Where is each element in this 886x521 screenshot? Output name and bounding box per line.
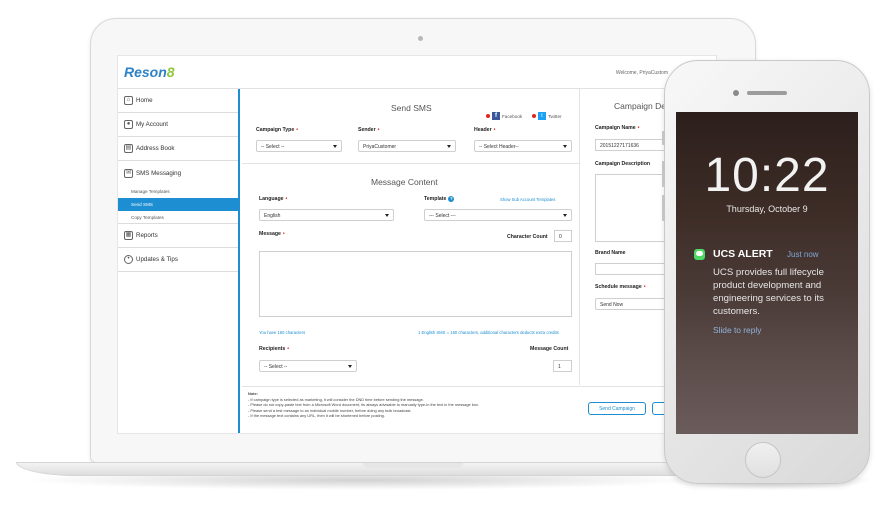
- language-select[interactable]: English: [259, 209, 394, 221]
- earpiece-speaker: [747, 91, 787, 95]
- volume-up-button: [662, 161, 665, 187]
- twitter-toggle[interactable]: t Twitter: [532, 112, 562, 120]
- bulb-icon: •: [124, 255, 133, 264]
- sidebar-item-sms-messaging[interactable]: ✉ SMS Messaging: [118, 161, 238, 185]
- header-select[interactable]: -- Select Header--: [474, 140, 572, 152]
- laptop-notch: [363, 463, 463, 468]
- laptop-screen: Reson8 Welcome, PriyaCustom ⌂ Home ● My Ac…: [117, 55, 717, 434]
- chevron-down-icon: [563, 145, 567, 148]
- chevron-down-icon: [563, 214, 567, 217]
- send-sms-title: Send SMS: [391, 103, 432, 113]
- welcome-text: Welcome, PriyaCustom: [615, 70, 668, 76]
- facebook-toggle[interactable]: f Facebook: [486, 112, 522, 120]
- character-count-field: 0: [554, 230, 572, 242]
- send-campaign-button[interactable]: Send Campaign: [588, 402, 646, 415]
- front-camera: [733, 90, 739, 96]
- sidebar-item-my-account[interactable]: ● My Account: [118, 113, 238, 137]
- lock-screen-clock: 10:22: [704, 149, 830, 202]
- section-divider: [242, 163, 580, 164]
- twitter-radio-dot: [532, 114, 536, 118]
- message-count-field: 1: [553, 360, 572, 372]
- report-icon: ▦: [124, 231, 133, 240]
- characters-remaining-hint: You have 160 characters: [259, 330, 306, 335]
- template-label: Template?: [424, 196, 455, 202]
- chevron-down-icon: [447, 145, 451, 148]
- sender-select[interactable]: PriyaCustomer: [358, 140, 456, 152]
- recipients-select[interactable]: -- Select --: [259, 360, 357, 372]
- character-count-label: Character Count: [507, 234, 548, 240]
- phone-lock-screen: 10:22 Thursday, October 9 UCS ALERT Just…: [676, 112, 858, 434]
- sidebar-item-home[interactable]: ⌂ Home: [118, 89, 238, 113]
- language-label: Language •: [259, 196, 288, 202]
- send-sms-panel: Send SMS f Facebook t Twitter Campaign Typ…: [242, 89, 580, 385]
- laptop-base: [16, 462, 756, 476]
- message-content-title: Message Content: [371, 177, 438, 187]
- app-logo[interactable]: Reson8: [124, 64, 175, 80]
- messages-icon: [694, 249, 705, 260]
- sidebar-subitem-manage-templates[interactable]: Manage Templates: [118, 185, 238, 198]
- slide-to-reply[interactable]: Slide to reply: [713, 325, 761, 335]
- envelope-icon: ✉: [124, 168, 133, 178]
- main-content: Send SMS f Facebook t Twitter Campaign Typ…: [242, 89, 716, 433]
- sidebar-subitem-send-sms[interactable]: Send SMS: [118, 198, 238, 211]
- facebook-icon: f: [492, 112, 500, 120]
- template-select[interactable]: --- Select ---: [424, 209, 572, 221]
- sender-label: Sender •: [358, 127, 380, 133]
- sms-credit-hint: 1 English SMS = 160 characters, addition…: [418, 330, 559, 335]
- home-icon: ⌂: [124, 96, 133, 105]
- message-label: Message •: [259, 231, 285, 237]
- footer-divider: [242, 386, 716, 387]
- show-sub-account-templates-link[interactable]: Show Sub Account Templates: [500, 197, 555, 202]
- sidebar-item-address-book[interactable]: ▤ Address Book: [118, 137, 238, 161]
- chevron-down-icon: [385, 214, 389, 217]
- chevron-down-icon: [333, 145, 337, 148]
- campaign-details-title: Campaign De: [614, 101, 666, 111]
- brand-name-label: Brand Name: [595, 250, 626, 256]
- campaign-description-label: Campaign Description: [595, 161, 651, 167]
- top-bar: Reson8 Welcome, PriyaCustom: [118, 56, 716, 89]
- twitter-icon: t: [538, 112, 546, 120]
- laptop-camera: [418, 36, 423, 41]
- notification-body[interactable]: UCS provides full lifecycle product deve…: [713, 266, 848, 318]
- home-button[interactable]: [745, 442, 781, 478]
- help-icon[interactable]: ?: [448, 196, 455, 202]
- notification-title[interactable]: UCS ALERT: [713, 248, 773, 260]
- address-book-icon: ▤: [124, 144, 133, 153]
- sidebar-subitem-copy-templates[interactable]: Copy Templates: [118, 211, 238, 224]
- campaign-name-label: Campaign Name •: [595, 125, 640, 131]
- recipients-label: Recipients •: [259, 346, 290, 352]
- chevron-down-icon: [348, 365, 352, 368]
- mute-switch: [662, 131, 665, 145]
- notification-time: Just now: [787, 250, 819, 259]
- facebook-radio-dot: [486, 114, 490, 118]
- sidebar: ⌂ Home ● My Account ▤ Address Book ✉ SMS Mes…: [118, 89, 240, 433]
- message-count-label: Message Count: [530, 346, 569, 352]
- lock-screen-date: Thursday, October 9: [726, 204, 808, 214]
- header-label: Header •: [474, 127, 496, 133]
- volume-down-button: [662, 195, 665, 221]
- message-textarea[interactable]: [259, 251, 572, 317]
- schedule-label: Schedule message •: [595, 284, 646, 290]
- campaign-type-label: Campaign Type •: [256, 127, 299, 133]
- notes-section: Note: - If campaign type is selected as …: [242, 389, 580, 433]
- note-line: - If the message text contains any URL, …: [248, 413, 385, 419]
- sidebar-item-updates-tips[interactable]: • Updates & Tips: [118, 248, 238, 272]
- sidebar-item-reports[interactable]: ▦ Reports: [118, 224, 238, 248]
- user-icon: ●: [124, 120, 133, 129]
- campaign-type-select[interactable]: -- Select --: [256, 140, 342, 152]
